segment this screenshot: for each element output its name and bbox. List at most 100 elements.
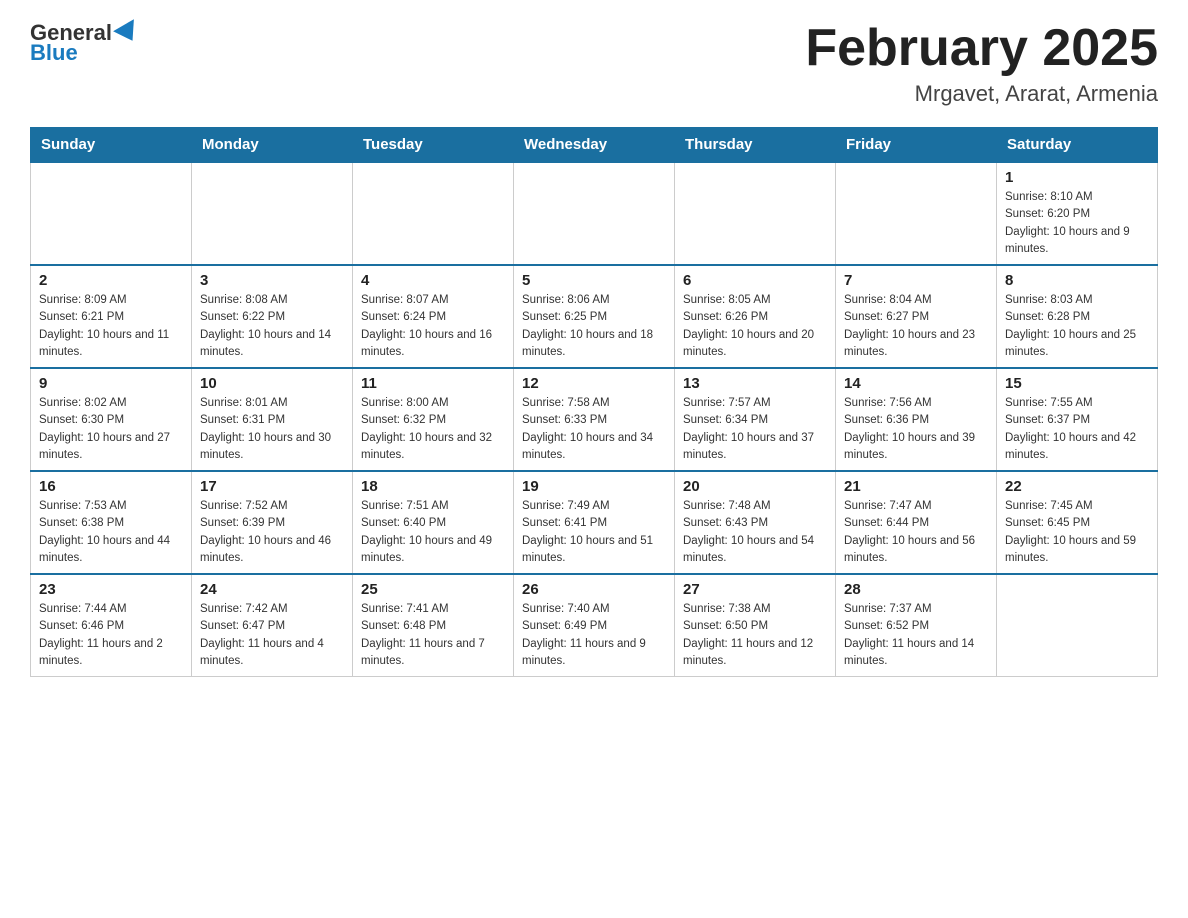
day-info: Sunrise: 7:52 AMSunset: 6:39 PMDaylight:…: [200, 498, 344, 567]
weekday-header-thursday: Thursday: [675, 128, 836, 163]
calendar-cell: [31, 162, 192, 265]
day-number: 3: [200, 272, 344, 289]
calendar-table: SundayMondayTuesdayWednesdayThursdayFrid…: [30, 127, 1158, 677]
title-block: February 2025 Mrgavet, Ararat, Armenia: [805, 20, 1158, 107]
calendar-cell: 26Sunrise: 7:40 AMSunset: 6:49 PMDayligh…: [514, 574, 675, 677]
day-info: Sunrise: 7:41 AMSunset: 6:48 PMDaylight:…: [361, 601, 505, 670]
day-number: 11: [361, 375, 505, 392]
day-info: Sunrise: 8:09 AMSunset: 6:21 PMDaylight:…: [39, 292, 183, 361]
day-number: 16: [39, 478, 183, 495]
day-number: 10: [200, 375, 344, 392]
day-number: 18: [361, 478, 505, 495]
calendar-cell: [514, 162, 675, 265]
logo: General Blue: [30, 20, 144, 66]
day-info: Sunrise: 8:00 AMSunset: 6:32 PMDaylight:…: [361, 395, 505, 464]
day-number: 25: [361, 581, 505, 598]
day-number: 2: [39, 272, 183, 289]
day-info: Sunrise: 7:55 AMSunset: 6:37 PMDaylight:…: [1005, 395, 1149, 464]
calendar-cell: 23Sunrise: 7:44 AMSunset: 6:46 PMDayligh…: [31, 574, 192, 677]
calendar-cell: [353, 162, 514, 265]
calendar-cell: [997, 574, 1158, 677]
calendar-cell: 13 Sunrise: 7:57 AMSunset: 6:34 PMDayligh…: [675, 368, 836, 471]
day-info: Sunrise: 7:58 AMSunset: 6:33 PMDaylight:…: [522, 395, 666, 464]
calendar-cell: 25 Sunrise: 7:41 AMSunset: 6:48 PMDayligh…: [353, 574, 514, 677]
calendar-cell: 6 Sunrise: 8:05 AMSunset: 6:26 PMDaylight…: [675, 265, 836, 368]
day-info: Sunrise: 7:38 AMSunset: 6:50 PMDaylight:…: [683, 601, 827, 670]
logo-blue-text: Blue: [30, 40, 78, 65]
day-info: Sunrise: 8:10 AMSunset: 6:20 PMDaylight:…: [1005, 189, 1149, 258]
day-info: Sunrise: 8:06 AMSunset: 6:25 PMDaylight:…: [522, 292, 666, 361]
day-info: Sunrise: 8:01 AMSunset: 6:31 PMDaylight:…: [200, 395, 344, 464]
calendar-cell: 20Sunrise: 7:48 AMSunset: 6:43 PMDayligh…: [675, 471, 836, 574]
calendar-cell: [675, 162, 836, 265]
day-number: 5: [522, 272, 666, 289]
day-info: Sunrise: 8:02 AMSunset: 6:30 PMDaylight:…: [39, 395, 183, 464]
weekday-header-wednesday: Wednesday: [514, 128, 675, 163]
location-text: Mrgavet, Ararat, Armenia: [805, 81, 1158, 107]
weekday-header-tuesday: Tuesday: [353, 128, 514, 163]
calendar-cell: 11 Sunrise: 8:00 AMSunset: 6:32 PMDayligh…: [353, 368, 514, 471]
day-info: Sunrise: 7:45 AMSunset: 6:45 PMDaylight:…: [1005, 498, 1149, 567]
calendar-cell: 5 Sunrise: 8:06 AMSunset: 6:25 PMDaylight…: [514, 265, 675, 368]
weekday-header-saturday: Saturday: [997, 128, 1158, 163]
day-number: 4: [361, 272, 505, 289]
day-number: 22: [1005, 478, 1149, 495]
calendar-cell: 17 Sunrise: 7:52 AMSunset: 6:39 PMDayligh…: [192, 471, 353, 574]
day-info: Sunrise: 7:42 AMSunset: 6:47 PMDaylight:…: [200, 601, 344, 670]
weekday-header-monday: Monday: [192, 128, 353, 163]
calendar-cell: 18 Sunrise: 7:51 AMSunset: 6:40 PMDayligh…: [353, 471, 514, 574]
calendar-cell: [836, 162, 997, 265]
day-number: 24: [200, 581, 344, 598]
day-number: 17: [200, 478, 344, 495]
day-info: Sunrise: 8:07 AMSunset: 6:24 PMDaylight:…: [361, 292, 505, 361]
calendar-cell: 9 Sunrise: 8:02 AMSunset: 6:30 PMDaylight…: [31, 368, 192, 471]
day-info: Sunrise: 7:53 AMSunset: 6:38 PMDaylight:…: [39, 498, 183, 567]
day-number: 8: [1005, 272, 1149, 289]
calendar-cell: 4 Sunrise: 8:07 AMSunset: 6:24 PMDaylight…: [353, 265, 514, 368]
calendar-cell: 1 Sunrise: 8:10 AMSunset: 6:20 PMDaylight…: [997, 162, 1158, 265]
day-number: 14: [844, 375, 988, 392]
day-info: Sunrise: 7:51 AMSunset: 6:40 PMDaylight:…: [361, 498, 505, 567]
calendar-cell: 19 Sunrise: 7:49 AMSunset: 6:41 PMDayligh…: [514, 471, 675, 574]
day-number: 21: [844, 478, 988, 495]
day-number: 20: [683, 478, 827, 495]
calendar-week-row: 9 Sunrise: 8:02 AMSunset: 6:30 PMDaylight…: [31, 368, 1158, 471]
day-info: Sunrise: 8:05 AMSunset: 6:26 PMDaylight:…: [683, 292, 827, 361]
day-number: 6: [683, 272, 827, 289]
day-info: Sunrise: 7:40 AMSunset: 6:49 PMDaylight:…: [522, 601, 666, 670]
month-title: February 2025: [805, 20, 1158, 77]
page-header: General Blue February 2025 Mrgavet, Arar…: [30, 20, 1158, 107]
day-info: Sunrise: 8:04 AMSunset: 6:27 PMDaylight:…: [844, 292, 988, 361]
day-number: 1: [1005, 169, 1149, 186]
day-info: Sunrise: 8:03 AMSunset: 6:28 PMDaylight:…: [1005, 292, 1149, 361]
calendar-cell: 10 Sunrise: 8:01 AMSunset: 6:31 PMDayligh…: [192, 368, 353, 471]
calendar-cell: [192, 162, 353, 265]
day-number: 13: [683, 375, 827, 392]
calendar-cell: 3 Sunrise: 8:08 AMSunset: 6:22 PMDaylight…: [192, 265, 353, 368]
calendar-cell: 14 Sunrise: 7:56 AMSunset: 6:36 PMDayligh…: [836, 368, 997, 471]
calendar-cell: 27 Sunrise: 7:38 AMSunset: 6:50 PMDayligh…: [675, 574, 836, 677]
day-number: 23: [39, 581, 183, 598]
calendar-week-row: 1 Sunrise: 8:10 AMSunset: 6:20 PMDaylight…: [31, 162, 1158, 265]
calendar-week-row: 23Sunrise: 7:44 AMSunset: 6:46 PMDayligh…: [31, 574, 1158, 677]
calendar-cell: 8 Sunrise: 8:03 AMSunset: 6:28 PMDaylight…: [997, 265, 1158, 368]
calendar-week-row: 2 Sunrise: 8:09 AMSunset: 6:21 PMDaylight…: [31, 265, 1158, 368]
day-number: 9: [39, 375, 183, 392]
day-number: 12: [522, 375, 666, 392]
calendar-cell: 7 Sunrise: 8:04 AMSunset: 6:27 PMDaylight…: [836, 265, 997, 368]
calendar-header-row: SundayMondayTuesdayWednesdayThursdayFrid…: [31, 128, 1158, 163]
logo-triangle-icon: [113, 19, 143, 47]
day-number: 28: [844, 581, 988, 598]
day-info: Sunrise: 7:56 AMSunset: 6:36 PMDaylight:…: [844, 395, 988, 464]
calendar-cell: 15Sunrise: 7:55 AMSunset: 6:37 PMDayligh…: [997, 368, 1158, 471]
day-info: Sunrise: 7:47 AMSunset: 6:44 PMDaylight:…: [844, 498, 988, 567]
day-number: 7: [844, 272, 988, 289]
day-info: Sunrise: 7:57 AMSunset: 6:34 PMDaylight:…: [683, 395, 827, 464]
day-number: 27: [683, 581, 827, 598]
calendar-cell: 16 Sunrise: 7:53 AMSunset: 6:38 PMDayligh…: [31, 471, 192, 574]
day-info: Sunrise: 7:49 AMSunset: 6:41 PMDaylight:…: [522, 498, 666, 567]
weekday-header-friday: Friday: [836, 128, 997, 163]
day-number: 19: [522, 478, 666, 495]
day-info: Sunrise: 7:37 AMSunset: 6:52 PMDaylight:…: [844, 601, 988, 670]
day-info: Sunrise: 8:08 AMSunset: 6:22 PMDaylight:…: [200, 292, 344, 361]
